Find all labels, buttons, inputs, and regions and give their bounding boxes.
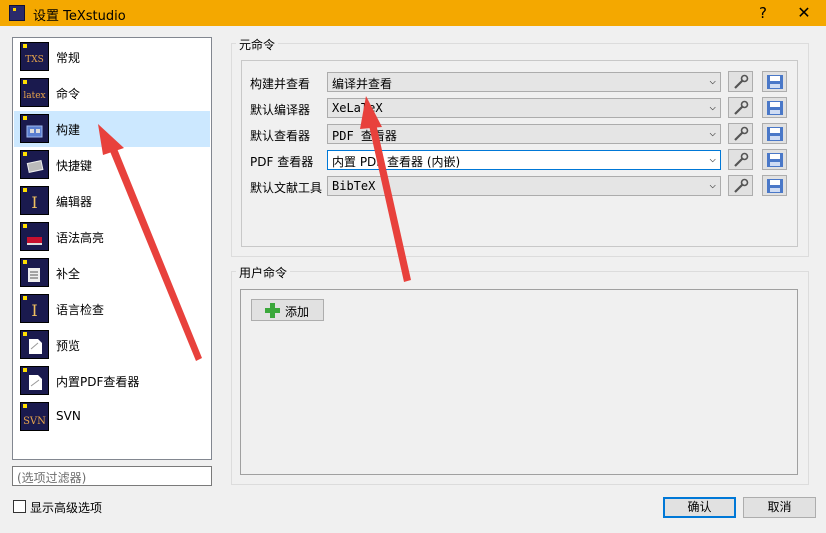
default-viewer-select[interactable]: PDF 查看器 ⌵ — [327, 124, 721, 144]
editor-icon: I — [20, 186, 49, 215]
configure-wrench-button[interactable] — [728, 123, 753, 144]
user-commands-title: 用户命令 — [236, 264, 291, 281]
syntax-highlight-icon — [20, 222, 49, 251]
default-viewer-label: 默认查看器 — [250, 129, 311, 143]
sidebar-item-preview[interactable]: 预览 — [14, 327, 210, 363]
floppy-icon — [767, 179, 783, 193]
floppy-icon — [767, 75, 783, 89]
window-title: 设置 TeXstudio — [33, 9, 126, 24]
advanced-options-label: 显示高级选项 — [30, 501, 103, 515]
help-button[interactable]: ? — [748, 2, 778, 24]
sidebar-item-pdf-viewer[interactable]: 内置PDF查看器 — [14, 363, 210, 399]
default-compiler-select[interactable]: XeLaTeX ⌵ — [327, 98, 721, 118]
wrench-icon — [734, 100, 749, 115]
wrench-icon — [734, 74, 749, 89]
pdf-viewer-label: PDF 查看器 — [250, 155, 314, 169]
save-default-button[interactable] — [762, 123, 787, 144]
sidebar-item-shortcuts[interactable]: 快捷键 — [14, 147, 210, 183]
save-default-button[interactable] — [762, 97, 787, 118]
wrench-icon — [734, 152, 749, 167]
sidebar-item-label: 快捷键 — [56, 159, 93, 173]
sidebar-item-completion[interactable]: 补全 — [14, 255, 210, 291]
sidebar-item-svn[interactable]: SVN SVN — [14, 399, 210, 435]
floppy-icon — [767, 127, 783, 141]
advanced-options-checkbox[interactable] — [13, 500, 26, 513]
sidebar-item-label: 编辑器 — [56, 195, 93, 209]
cancel-button[interactable]: 取消 — [743, 497, 816, 518]
floppy-icon — [767, 101, 783, 115]
texstudio-app-icon — [9, 5, 25, 21]
sidebar-item-language-check[interactable]: I 语言检查 — [14, 291, 210, 327]
sidebar-item-label: 命令 — [56, 87, 81, 101]
preview-icon — [20, 330, 49, 359]
sidebar-item-label: 构建 — [56, 123, 81, 137]
sidebar-item-general[interactable]: TXS 常规 — [14, 39, 210, 75]
pdf-viewer-icon — [20, 366, 49, 395]
sidebar-item-label: 补全 — [56, 267, 81, 281]
chevron-down-icon: ⌵ — [709, 100, 716, 113]
add-user-command-button[interactable]: 添加 — [251, 299, 324, 321]
default-compiler-label: 默认编译器 — [250, 103, 311, 117]
language-check-icon: I — [20, 294, 49, 323]
sidebar-item-label: 预览 — [56, 339, 81, 353]
configure-wrench-button[interactable] — [728, 149, 753, 170]
default-bibliography-tool-select[interactable]: BibTeX ⌵ — [327, 176, 721, 196]
wrench-icon — [734, 126, 749, 141]
title-bar: 设置 TeXstudio ? ✕ — [0, 0, 826, 26]
build-and-view-label: 构建并查看 — [250, 77, 311, 91]
ok-button[interactable]: 确认 — [663, 497, 736, 518]
chevron-down-icon: ⌵ — [709, 178, 716, 191]
configure-wrench-button[interactable] — [728, 175, 753, 196]
sidebar-item-label: 语法高亮 — [56, 231, 105, 245]
pdf-viewer-select[interactable]: 内置 PDF 查看器 (内嵌) ⌵ — [327, 150, 721, 170]
sidebar-item-label: SVN — [56, 409, 81, 423]
chevron-down-icon: ⌵ — [709, 74, 716, 87]
meta-commands-title: 元命令 — [236, 36, 279, 53]
option-filter-input[interactable]: (选项过滤器) — [12, 466, 212, 486]
sidebar-item-build[interactable]: 构建 — [14, 111, 210, 147]
sidebar-item-label: 语言检查 — [56, 303, 105, 317]
general-icon: TXS — [20, 42, 49, 71]
close-button[interactable]: ✕ — [788, 2, 820, 24]
configure-wrench-button[interactable] — [728, 71, 753, 92]
add-button-label: 添加 — [285, 305, 310, 319]
plus-icon — [265, 303, 280, 318]
sidebar-item-syntax-highlight[interactable]: 语法高亮 — [14, 219, 210, 255]
build-and-view-select[interactable]: 编译并查看 ⌵ — [327, 72, 721, 92]
sidebar-item-commands[interactable]: latex 命令 — [14, 75, 210, 111]
completion-icon — [20, 258, 49, 287]
wrench-icon — [734, 178, 749, 193]
chevron-down-icon: ⌵ — [709, 152, 716, 165]
configure-wrench-button[interactable] — [728, 97, 753, 118]
chevron-down-icon: ⌵ — [709, 126, 716, 139]
commands-icon: latex — [20, 78, 49, 107]
build-icon — [20, 114, 49, 143]
save-default-button[interactable] — [762, 175, 787, 196]
floppy-icon — [767, 153, 783, 167]
save-default-button[interactable] — [762, 149, 787, 170]
sidebar-item-editor[interactable]: I 编辑器 — [14, 183, 210, 219]
shortcuts-icon — [20, 150, 49, 179]
sidebar-item-label: 内置PDF查看器 — [56, 375, 140, 389]
svn-icon: SVN — [20, 402, 49, 431]
category-list[interactable]: TXS 常规 latex 命令 构建 快捷键 I 编辑器 语法高亮 补全 I 语… — [12, 37, 212, 460]
default-bibliography-tool-label: 默认文献工具 — [250, 181, 323, 195]
save-default-button[interactable] — [762, 71, 787, 92]
sidebar-item-label: 常规 — [56, 51, 81, 65]
